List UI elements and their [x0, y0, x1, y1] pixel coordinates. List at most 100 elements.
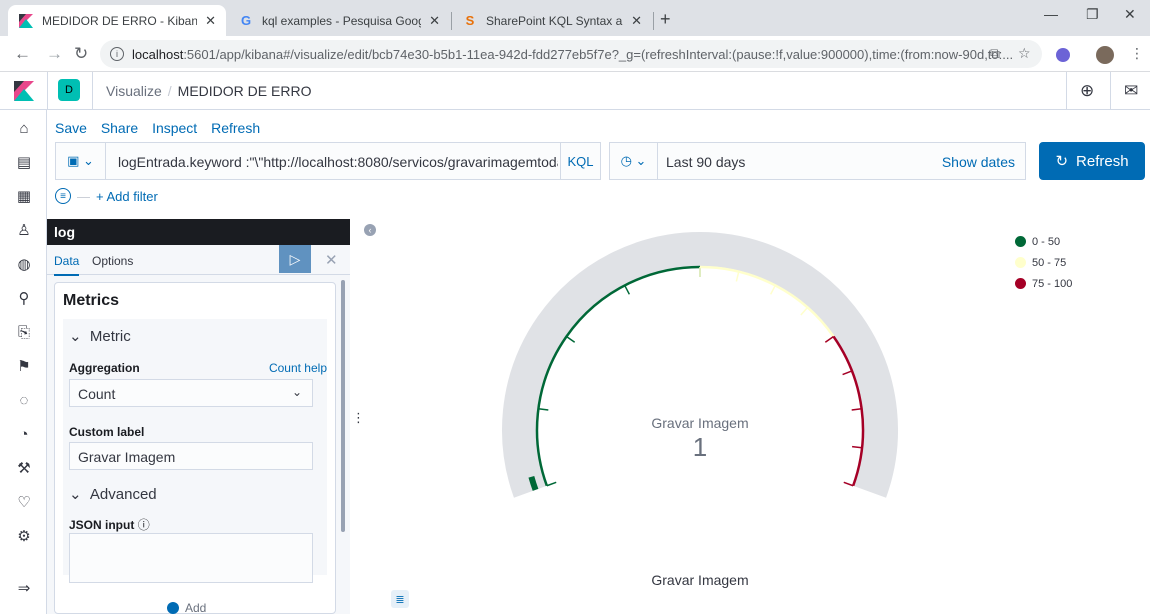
nav-ml-icon[interactable]: ⚲	[14, 288, 34, 308]
nav-logs-icon[interactable]: ⚑	[14, 356, 34, 376]
reload-icon[interactable]: ↻	[74, 44, 88, 64]
inspect-link[interactable]: Inspect	[152, 120, 197, 136]
custom-label-input[interactable]: Gravar Imagem	[69, 442, 313, 470]
bookmark-star-icon[interactable]: ☆	[1018, 45, 1031, 62]
discard-changes-icon[interactable]: ✕	[325, 251, 338, 269]
url-input[interactable]: i localhost :5601/app/kibana#/visualize/…	[100, 40, 1042, 68]
legend-toggle-icon[interactable]: ≣	[391, 590, 409, 608]
nav-dashboard-icon[interactable]: ▦	[14, 186, 34, 206]
minimize-icon[interactable]: —	[1044, 6, 1058, 22]
browser-tab-sharepoint[interactable]: S SharePoint KQL Syntax and resou ✕	[452, 5, 652, 36]
show-dates-link[interactable]: Show dates	[942, 154, 1015, 170]
tab-data[interactable]: Data	[54, 254, 80, 276]
legend-item[interactable]: 0 - 50	[1015, 231, 1072, 252]
refresh-link[interactable]: Refresh	[211, 120, 260, 136]
filter-row: ≡ — + Add filter	[55, 188, 158, 204]
filter-options-icon[interactable]: ≡	[55, 188, 71, 204]
legend-label: 0 - 50	[1032, 235, 1061, 248]
legend-swatch	[1015, 278, 1026, 289]
custom-label-label: Custom label	[69, 425, 145, 439]
forward-icon[interactable]: →	[46, 44, 63, 64]
advanced-accordion[interactable]: ⌄ Advanced	[69, 485, 157, 503]
time-range-text[interactable]: Last 90 days	[666, 154, 745, 170]
info-icon[interactable]: i	[110, 47, 124, 61]
chevron-down-icon: ⌄	[291, 385, 302, 399]
add-filter-link[interactable]: + Add filter	[96, 189, 158, 204]
apply-changes-button[interactable]: ▷	[279, 245, 311, 273]
nav-maps-icon[interactable]: ◍	[14, 254, 34, 274]
metric-accordion[interactable]: ⌄ Metric	[69, 327, 131, 345]
tab-options[interactable]: Options	[92, 254, 133, 268]
help-icon[interactable]: ⊕	[1080, 81, 1094, 101]
aggregation-label: Aggregation	[69, 361, 140, 375]
browser-tab-bar: MEDIDOR DE ERRO - Kibana ✕ G kql example…	[0, 0, 1150, 36]
header-divider	[47, 72, 48, 110]
sidebar-scrollbar[interactable]	[341, 280, 345, 532]
save-link[interactable]: Save	[55, 120, 87, 136]
nav-management-icon[interactable]: ⚙	[14, 526, 34, 546]
gauge-tick	[800, 306, 809, 316]
aggregation-select[interactable]: Count ⌄	[69, 379, 313, 407]
browser-tab-kibana[interactable]: MEDIDOR DE ERRO - Kibana ✕	[8, 5, 226, 36]
gauge-legend: 0 - 50 50 - 75 75 - 100	[1015, 231, 1072, 294]
breadcrumb-visualize[interactable]: Visualize	[106, 83, 162, 99]
kibana-logo-icon[interactable]	[14, 81, 34, 101]
legend-item[interactable]: 75 - 100	[1015, 273, 1072, 294]
legend-label: 50 - 75	[1032, 256, 1067, 269]
breadcrumb-current: MEDIDOR DE ERRO	[177, 83, 312, 99]
close-window-icon[interactable]: ✕	[1124, 6, 1136, 23]
count-help-link[interactable]: Count help	[269, 361, 327, 375]
add-aggregation-button[interactable]: Add	[167, 601, 206, 615]
kibana-header: D Visualize / MEDIDOR DE ERRO ⊕ ✉	[0, 72, 1150, 110]
refresh-icon: ↻	[1055, 153, 1069, 170]
editor-sidebar: log Data Options ▷ ✕ Metrics ⌄ Metric Ag…	[47, 219, 350, 615]
close-tab-icon[interactable]: ✕	[631, 13, 642, 29]
close-tab-icon[interactable]: ✕	[205, 13, 216, 29]
question-circle-icon[interactable]: ⓘ	[138, 518, 150, 532]
nav-discover-icon[interactable]: ⌂	[14, 118, 34, 138]
space-avatar[interactable]: D	[58, 79, 80, 101]
nav-monitoring-icon[interactable]: ♡	[14, 492, 34, 512]
advanced-accordion-label: Advanced	[89, 486, 157, 503]
nav-apm-icon[interactable]: ◌	[14, 390, 34, 410]
collapse-sidebar-icon[interactable]: ‹	[364, 224, 376, 236]
restore-icon[interactable]: ❐	[1086, 6, 1099, 23]
json-input-textarea[interactable]	[69, 533, 313, 583]
chevron-down-icon: ⌄	[635, 153, 647, 168]
quick-select-button[interactable]: ◷ ⌄	[610, 143, 658, 179]
legend-item[interactable]: 50 - 75	[1015, 252, 1072, 273]
nav-collapse-icon[interactable]: ⇒	[14, 578, 34, 598]
nav-infrastructure-icon[interactable]: ⎘	[14, 322, 34, 342]
header-divider	[1110, 72, 1111, 110]
nav-visualize-icon[interactable]: ▤	[14, 152, 34, 172]
nav-uptime-icon[interactable]: ◔	[14, 424, 34, 444]
browser-tab-google[interactable]: G kql examples - Pesquisa Google ✕	[228, 5, 450, 36]
back-icon[interactable]: ←	[14, 44, 31, 64]
refresh-label: Refresh	[1076, 152, 1129, 170]
saved-query-button[interactable]: ▣ ⌄	[56, 143, 106, 179]
translate-icon[interactable]: ⧉	[990, 45, 1000, 62]
kql-language-button[interactable]: KQL	[560, 143, 600, 179]
legend-label: 75 - 100	[1032, 277, 1073, 290]
share-link[interactable]: Share	[101, 120, 138, 136]
refresh-button[interactable]: ↻ Refresh	[1039, 142, 1145, 180]
browser-address-bar: ← → ↻ i localhost :5601/app/kibana#/visu…	[0, 36, 1150, 72]
resize-handle-icon[interactable]: ⋮	[352, 410, 365, 426]
json-input-label: JSON input ⓘ	[69, 516, 150, 533]
extension-icon[interactable]	[1056, 48, 1070, 62]
newsfeed-mail-icon[interactable]: ✉	[1124, 81, 1138, 101]
browser-menu-icon[interactable]: ⋮	[1130, 45, 1144, 62]
json-input-label-text: JSON input	[69, 518, 135, 532]
legend-swatch	[1015, 257, 1026, 268]
chevron-down-icon: ⌄	[69, 328, 82, 345]
gauge-tick	[842, 370, 853, 376]
profile-avatar[interactable]	[1096, 46, 1114, 64]
left-nav: ⌂ ▤ ▦ ♙ ◍ ⚲ ⎘ ⚑ ◌ ◔ ⚒ ♡ ⚙ ⇒	[0, 110, 47, 614]
browser-tab-title: MEDIDOR DE ERRO - Kibana	[42, 13, 198, 28]
close-tab-icon[interactable]: ✕	[429, 13, 440, 29]
query-input[interactable]: logEntrada.keyword :"\"http://localhost:…	[118, 154, 558, 170]
new-tab-icon[interactable]: +	[660, 9, 671, 30]
gauge-tick	[824, 335, 834, 343]
nav-devtools-icon[interactable]: ⚒	[14, 458, 34, 478]
nav-canvas-icon[interactable]: ♙	[14, 220, 34, 240]
